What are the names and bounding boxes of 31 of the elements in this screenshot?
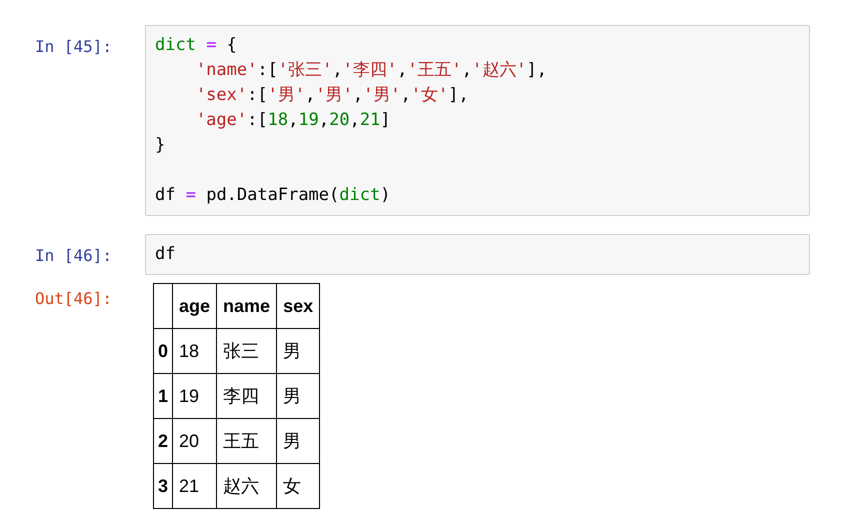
- output-prompt: Out[46]:: [35, 288, 114, 308]
- code-line: 'sex':['男','男','男','女'],: [194, 84, 470, 107]
- code-line: 'name':['张三','李四','王五','赵六'],: [194, 59, 548, 82]
- code-cell[interactable]: dict = { 'name':['张三','李四','王五','赵六'], 'sex':['男','男','男','女'], 'age':[18,19,20,21] } df = pd.DataFrame(dict): [145, 25, 810, 216]
- code-line: df = pd.DataFrame(dict): [155, 184, 392, 207]
- table-cell: 女: [276, 464, 320, 508]
- code-line: 'age':[18,19,20,21]: [194, 109, 392, 132]
- table-cell: 男: [276, 328, 320, 374]
- row-index: 1: [154, 374, 173, 418]
- column-header: name: [216, 284, 277, 328]
- table-cell: 18: [172, 328, 217, 374]
- column-header: sex: [276, 284, 320, 328]
- row-index: 0: [154, 328, 173, 374]
- code-line: df: [155, 243, 176, 266]
- table-cell: 男: [276, 374, 320, 418]
- table-cell: 21: [172, 464, 217, 508]
- table-cell: 李四: [216, 374, 277, 418]
- row-index: 2: [154, 418, 173, 464]
- table-cell: 20: [172, 418, 217, 464]
- table-cell: 王五: [216, 418, 277, 464]
- table-cell: 男: [276, 418, 320, 464]
- table-cell: 张三: [216, 328, 277, 374]
- code-cell[interactable]: df: [145, 234, 810, 275]
- row-index: 3: [154, 464, 173, 508]
- input-prompt: In [45]:: [35, 36, 114, 56]
- code-line: }: [155, 134, 166, 157]
- table-cell: 19: [172, 374, 217, 418]
- input-prompt: In [46]:: [35, 245, 114, 265]
- table-cell: 赵六: [216, 464, 277, 508]
- column-header: age: [172, 284, 217, 328]
- code-line: dict = {: [155, 34, 238, 57]
